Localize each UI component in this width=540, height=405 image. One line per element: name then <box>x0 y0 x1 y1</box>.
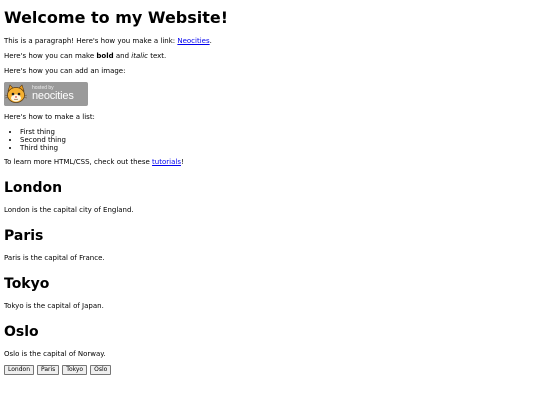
link-paragraph-end: . <box>209 37 212 45</box>
city-description: London is the capital city of England. <box>4 206 134 214</box>
list-paragraph: Here's how to make a list: <box>4 113 95 121</box>
neocities-link[interactable]: Neocities <box>177 37 209 45</box>
city-button-bar: London Paris Tokyo Oslo <box>4 365 540 375</box>
things-list: First thing Second thing Third thing <box>4 128 540 152</box>
format-paragraph-text: Here's how you can make <box>4 52 97 60</box>
link-paragraph: This is a paragraph! Here's how you make… <box>4 37 540 46</box>
format-paragraph-end: text. <box>147 52 167 60</box>
tutorials-paragraph: To learn more HTML/CSS, check out these … <box>4 158 540 167</box>
tokyo-button[interactable]: Tokyo <box>62 365 88 375</box>
london-button[interactable]: London <box>4 365 34 375</box>
page: Welcome to my Website! This is a paragra… <box>0 0 540 375</box>
city-description: Tokyo is the capital of Japan. <box>4 302 104 310</box>
format-and-text: and <box>113 52 132 60</box>
tutorials-link[interactable]: tutorials <box>152 158 181 166</box>
badge-brand-text: neocities <box>32 90 74 102</box>
city-section-london: London London is the capital city of Eng… <box>4 180 540 215</box>
paris-button[interactable]: Paris <box>37 365 60 375</box>
city-heading: Tokyo <box>4 276 50 292</box>
list-item: Third thing <box>20 144 540 152</box>
city-section-paris: Paris Paris is the capital of France. <box>4 228 540 263</box>
badge-text-group: hosted by neocities <box>28 86 74 102</box>
image-paragraph: Here's how you can add an image: <box>4 67 126 75</box>
city-heading: London <box>4 180 63 196</box>
italic-text: italic <box>131 52 148 60</box>
neocities-badge-image: hosted by neocities <box>4 82 88 106</box>
city-section-tokyo: Tokyo Tokyo is the capital of Japan. <box>4 276 540 311</box>
format-paragraph: Here's how you can make bold and italic … <box>4 52 540 61</box>
city-heading: Paris <box>4 228 44 244</box>
city-heading: Oslo <box>4 324 39 340</box>
list-item: First thing <box>20 128 540 136</box>
city-description: Oslo is the capital of Norway. <box>4 350 106 358</box>
neocities-cat-icon <box>4 82 28 106</box>
city-description: Paris is the capital of France. <box>4 254 105 262</box>
oslo-button[interactable]: Oslo <box>90 365 112 375</box>
link-paragraph-text: This is a paragraph! Here's how you make… <box>4 37 178 45</box>
page-title: Welcome to my Website! <box>4 8 229 27</box>
tutorials-paragraph-text: To learn more HTML/CSS, check out these <box>4 158 153 166</box>
bold-text: bold <box>96 52 114 60</box>
tutorials-paragraph-end: ! <box>180 158 184 166</box>
list-item: Second thing <box>20 136 540 144</box>
city-section-oslo: Oslo Oslo is the capital of Norway. <box>4 324 540 359</box>
